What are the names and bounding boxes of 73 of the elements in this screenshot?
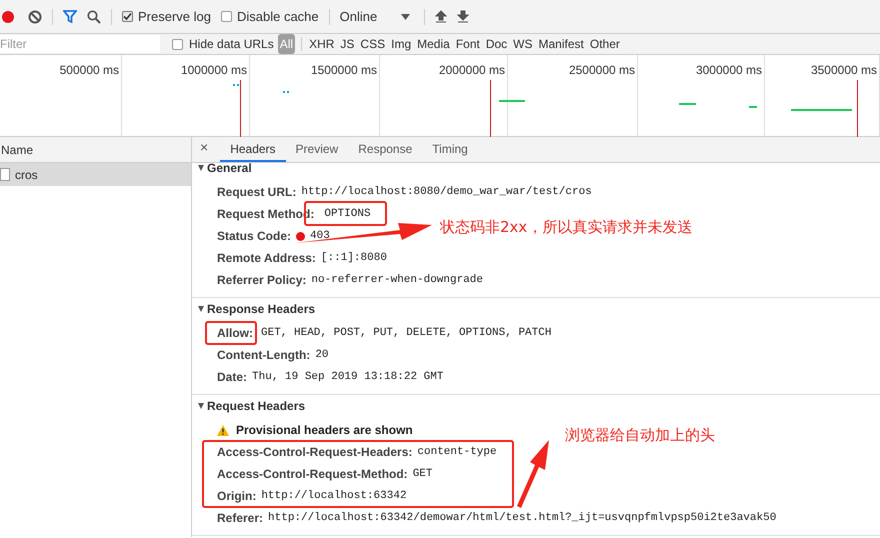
header-name: Access-Control-Request-Headers: [217,444,412,461]
preserve-log-checkbox[interactable] [122,11,133,22]
header-name: Remote Address: [217,250,316,267]
warning-icon [217,424,229,436]
detail-tab[interactable]: Response [348,137,422,162]
header-value: http://localhost:8080/demo_war_war/test/cros [301,184,592,200]
search-icon[interactable] [87,10,101,24]
type-filter-button[interactable]: XHR [306,35,338,53]
header-value: Thu, 19 Sep 2019 13:18:22 GMT [252,370,444,385]
annotation-arrow [517,440,549,508]
header-value: content-type [417,444,497,460]
timeline-tick-label: 2000000 ms [438,62,505,75]
header-name: Date: [217,369,248,386]
type-filter-button[interactable]: JS [337,35,358,53]
caret-icon [400,14,410,20]
type-filter-button[interactable]: Other [586,35,623,53]
detail-tab[interactable]: Preview [286,137,348,162]
type-filter-button[interactable]: Doc [482,35,510,53]
header-name: Request URL: [217,184,296,201]
header-name: Referrer Policy: [217,272,306,289]
clear-icon[interactable] [28,10,42,24]
file-icon [0,168,10,181]
type-filter-button[interactable]: CSS [357,35,388,53]
section-header[interactable]: Request Headers [192,395,880,417]
header-name: Access-Control-Request-Method: [217,466,408,483]
hide-data-urls-checkbox[interactable] [172,38,183,50]
header-name: Allow: [217,326,253,340]
header-name: Origin: [217,488,256,505]
type-filter-button[interactable]: Img [388,35,414,53]
header-value: OPTIONS [324,206,371,222]
filter-icon[interactable] [63,10,77,23]
throttle-dropdown[interactable]: Online [340,6,410,26]
filter-field[interactable]: Filter [0,35,160,53]
header-name: Status Code: [217,228,292,245]
close-button[interactable]: × [200,137,208,158]
request-name: cros [15,166,38,184]
annotation-text: 浏览器给自动加上的头 [565,425,715,446]
section-header[interactable]: General [192,163,880,179]
column-header[interactable]: Name [1,140,34,158]
type-filter-button[interactable]: Manifest [536,35,587,53]
header-name: Referer: [217,510,264,527]
annotation-text: 状态码非2xx，所以真实请求并未发送 [440,217,692,238]
download-icon[interactable] [456,10,469,23]
header-value: 403 [310,228,330,244]
header-value: no-referrer-when-downgrade [311,272,484,288]
preserve-log-label: Preserve log [138,8,211,26]
hide-data-urls-label: Hide data URLs [189,36,274,53]
highlight-box [205,321,257,345]
timeline-tick-label: 2500000 ms [568,62,635,75]
header-value: 20 [315,348,329,363]
detail-tab[interactable]: Timing [422,137,478,162]
timeline-tick-label: 3000000 ms [696,62,762,75]
header-value: GET [412,466,432,482]
upload-icon[interactable] [434,10,447,23]
type-filter-button[interactable]: WS [510,35,536,53]
detail-tab[interactable]: Headers [220,137,286,162]
type-filter-button[interactable]: Media [414,35,453,53]
header-name: Content-Length: [217,347,310,364]
timeline-tick-label: 3500000 ms [810,62,877,75]
header-value: http://localhost:63342/demowar/html/test.html?_ijt=usvqnpfmlvpsp50i2te3avak50 [268,510,776,526]
timeline-tick-label: 1000000 ms [180,62,247,75]
section-header[interactable]: Response Headers [192,298,880,320]
type-filter-button[interactable]: Font [452,35,483,53]
warning-text: Provisional headers are shown [236,422,413,439]
header-value: [::1]:8080 [320,250,387,266]
request-row[interactable]: cros [0,163,191,186]
header-value: GET, HEAD, POST, PUT, DELETE, OPTIONS, PATCH [261,326,552,341]
record-button[interactable] [2,10,14,22]
timeline-tick-label: 500000 ms [60,62,119,75]
disable-cache-label: Disable cache [236,8,319,26]
disable-cache-checkbox[interactable] [220,11,232,22]
header-value: http://localhost:63342 [261,488,407,504]
timeline-tick-label: 1500000 ms [310,62,377,75]
